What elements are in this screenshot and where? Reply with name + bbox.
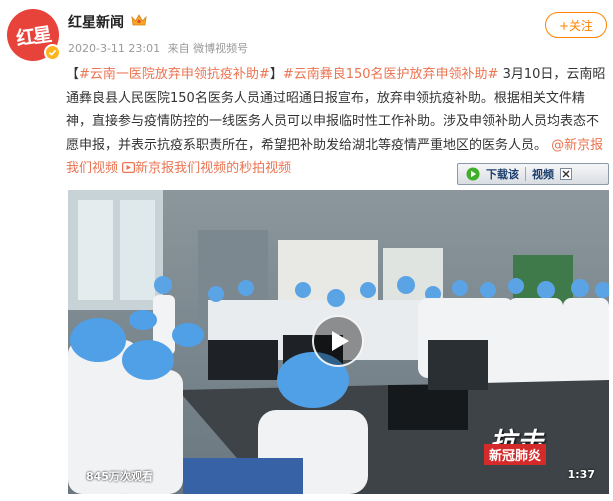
post-meta: 2020-3-11 23:01 来自 微博视频号 xyxy=(68,40,252,56)
download-label: 下载该 xyxy=(486,168,519,181)
post-date[interactable]: 2020-3-11 23:01 xyxy=(68,42,160,55)
crown-icon xyxy=(131,14,147,26)
download-play-icon xyxy=(466,167,480,181)
view-count: 845万次观看 xyxy=(86,470,153,483)
author-name[interactable]: 红星新闻 xyxy=(68,12,124,32)
play-button[interactable] xyxy=(312,315,364,367)
video-link-icon xyxy=(122,162,136,174)
download-video-button[interactable]: 下载该 视频 xyxy=(457,163,609,185)
verified-check-icon xyxy=(44,44,61,61)
video-duration: 1:37 xyxy=(567,468,595,481)
close-icon[interactable] xyxy=(560,168,572,180)
video-link[interactable]: 新京报我们视频的秒拍视频 xyxy=(135,161,291,176)
topic-link-2[interactable]: #云南彝良150名医护放弃申领补助# xyxy=(283,67,499,82)
bracket-open: 【 xyxy=(66,67,80,82)
play-icon xyxy=(332,331,349,351)
bracket-close: 】 xyxy=(269,67,283,82)
divider xyxy=(525,167,526,181)
video-player[interactable]: 抗击 新冠肺炎 845万次观看 1:37 xyxy=(68,190,609,494)
post-source: 来自 微博视频号 xyxy=(167,42,249,55)
watermark-subtitle: 新冠肺炎 xyxy=(484,444,547,465)
follow-button[interactable]: +关注 xyxy=(545,12,607,38)
video-label: 视频 xyxy=(532,168,554,181)
topic-link-1[interactable]: #云南一医院放弃申领抗疫补助# xyxy=(79,67,270,82)
